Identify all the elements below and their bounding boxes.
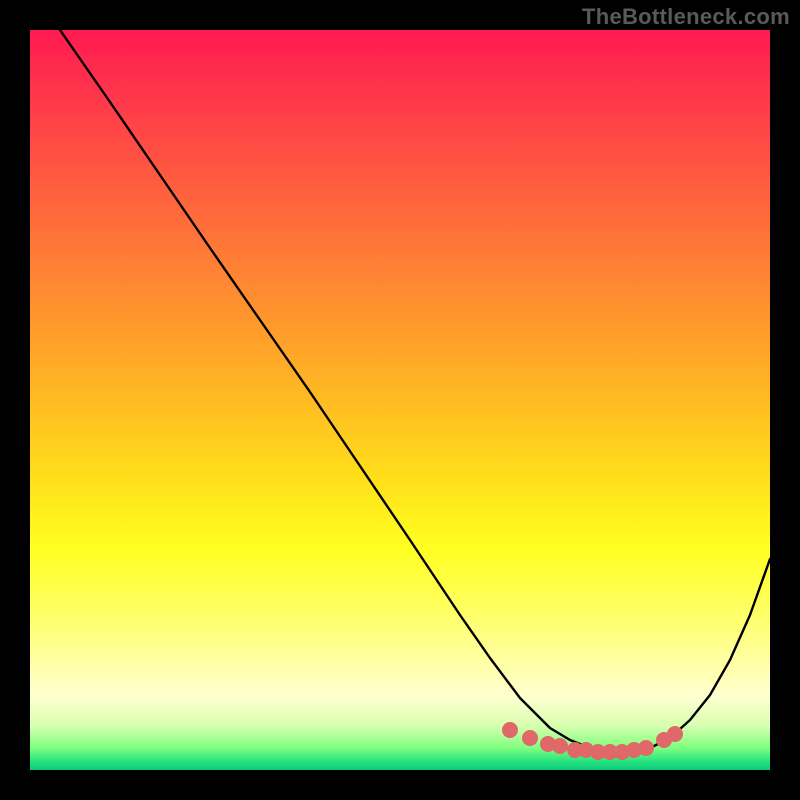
highlight-point xyxy=(552,738,568,754)
plot-area xyxy=(30,30,770,770)
highlight-point xyxy=(667,726,683,742)
highlight-point xyxy=(522,730,538,746)
chart-frame xyxy=(30,30,770,770)
highlight-point xyxy=(638,740,654,756)
watermark-text: TheBottleneck.com xyxy=(582,4,790,30)
highlight-markers xyxy=(30,30,770,770)
highlight-point xyxy=(502,722,518,738)
